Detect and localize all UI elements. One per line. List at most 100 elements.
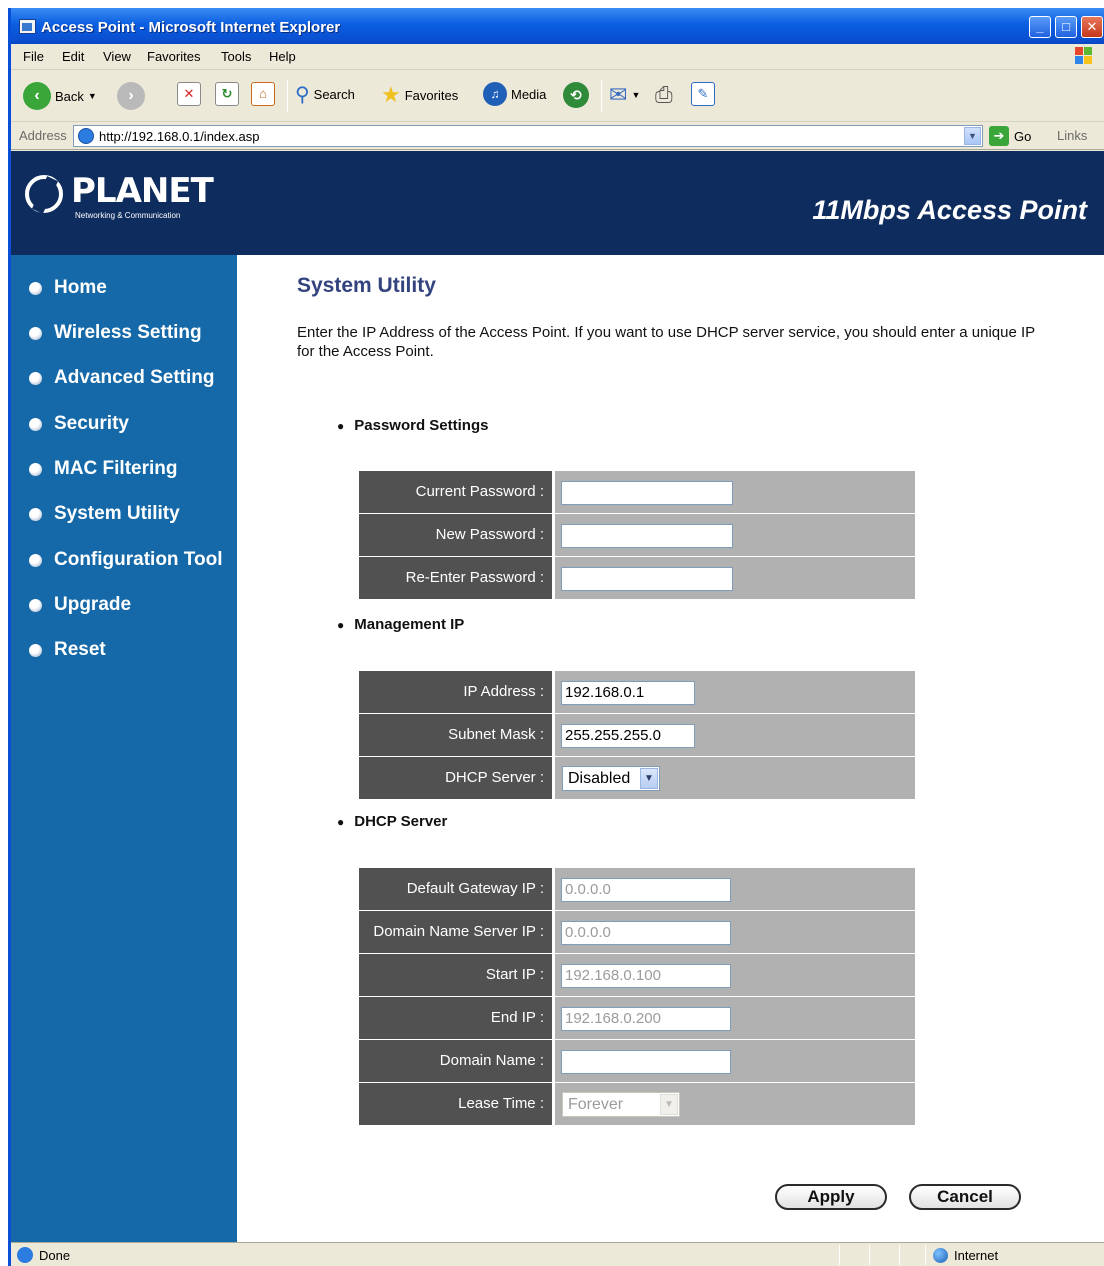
form-row: Lease Time : Forever ▼ [359,1083,915,1125]
sidebar-item-security[interactable]: Security [29,413,129,435]
end-ip-field[interactable]: 192.168.0.200 [561,1007,731,1031]
maximize-button[interactable]: □ [1055,16,1077,38]
zone-label: Internet [954,1248,999,1263]
form-row: Current Password : [359,471,915,513]
current-password-field[interactable] [561,481,733,505]
subnet-mask-field[interactable]: 255.255.255.0 [561,724,695,748]
minimize-button[interactable]: _ [1029,16,1051,38]
home-button[interactable]: ⌂ [251,82,275,106]
status-divider [839,1245,840,1265]
forward-button[interactable]: › [117,82,145,110]
media-button[interactable]: ♫ Media [483,82,546,106]
browser-window: Access Point - Microsoft Internet Explor… [8,8,1104,1266]
go-arrow-icon: ➔ [989,126,1009,146]
status-divider [899,1245,900,1265]
back-dropdown-icon[interactable]: ▼ [88,91,97,101]
section-password-settings: ● Password Settings [337,417,488,434]
chevron-down-icon: ▼ [640,768,658,789]
field-label: Start IP : [359,954,552,996]
menu-edit[interactable]: Edit [62,49,84,64]
dhcp-server-select[interactable]: Disabled ▼ [562,766,660,791]
sidebar-item-upgrade[interactable]: Upgrade [29,594,131,616]
stop-button[interactable]: ✕ [177,82,201,106]
cancel-button[interactable]: Cancel [909,1184,1021,1210]
back-button[interactable]: ‹ Back ▼ [23,82,97,110]
new-password-field[interactable] [561,524,733,548]
section-title: Password Settings [354,417,489,434]
search-label: Search [313,87,355,102]
print-button[interactable]: ⎙ [655,82,673,108]
form-row: Domain Name : [359,1040,915,1082]
mail-button[interactable]: ✉ ▼ [609,82,640,108]
history-button[interactable]: ⟲ [563,82,589,108]
address-url[interactable]: http://192.168.0.1/index.asp [99,129,259,144]
main-content: System Utility Enter the IP Address of t… [237,255,1104,1242]
lease-time-select[interactable]: Forever ▼ [562,1092,680,1117]
menu-view[interactable]: View [103,49,131,64]
sidebar-item-reset[interactable]: Reset [29,639,106,661]
apply-button[interactable]: Apply [775,1184,887,1210]
sidebar-item-label: MAC Filtering [54,458,178,479]
status-bar: Done Internet [11,1242,1104,1266]
field-label: Default Gateway IP : [359,868,552,910]
bullet-icon [29,643,42,657]
sidebar-item-advanced-setting[interactable]: Advanced Setting [29,367,214,389]
sidebar-item-mac-filtering[interactable]: MAC Filtering [29,458,178,480]
links-button[interactable]: Links [1057,128,1087,143]
planet-logo-icon [25,175,63,213]
bullet-icon [29,417,42,431]
toolbar-separator [287,80,288,112]
refresh-icon: ↻ [215,82,239,106]
close-button[interactable]: ✕ [1081,16,1103,38]
sidebar-item-wireless-setting[interactable]: Wireless Setting [29,322,202,344]
favorites-label: Favorites [404,87,459,103]
media-globe-icon: ♫ [483,82,507,106]
internet-globe-icon [933,1248,948,1263]
page-done-icon [17,1247,33,1263]
field-label: End IP : [359,997,552,1039]
go-button[interactable]: ➔ Go [989,126,1031,146]
domain-name-field[interactable] [561,1050,731,1074]
bullet-icon [29,326,42,340]
address-input[interactable]: http://192.168.0.1/index.asp ▼ [73,125,983,147]
field-label: Lease Time : [359,1083,552,1125]
product-title: 11Mbps Access Point [812,195,1087,225]
header-banner: PLANET Networking & Communication 11Mbps… [11,151,1104,255]
field-label: Domain Name Server IP : [359,911,552,953]
status-text: Done [39,1248,71,1263]
start-ip-field[interactable]: 192.168.0.100 [561,964,731,988]
dns-server-field[interactable]: 0.0.0.0 [561,921,731,945]
web-page: PLANET Networking & Communication 11Mbps… [11,151,1104,1242]
sidebar-item-system-utility[interactable]: System Utility [29,503,180,525]
security-zone: Internet [933,1248,998,1263]
sidebar-item-configuration-tool[interactable]: Configuration Tool [29,549,223,571]
favorites-button[interactable]: ★ Favorites [381,82,458,108]
ip-address-field[interactable]: 192.168.0.1 [561,681,695,705]
ie-app-icon [19,19,36,34]
field-label: IP Address : [359,671,552,713]
bullet-icon: ● [337,617,345,632]
field-label: New Password : [359,514,552,556]
field-cell [555,471,915,513]
menu-file[interactable]: File [23,49,44,64]
windows-logo-icon [1074,46,1094,66]
field-cell [555,557,915,599]
mail-dropdown-icon[interactable]: ▼ [631,90,640,100]
menu-favorites[interactable]: Favorites [147,49,200,64]
search-button[interactable]: ⚲ Search [295,82,355,107]
go-label: Go [1014,128,1032,144]
address-dropdown-icon[interactable]: ▼ [964,127,981,145]
form-row: End IP : 192.168.0.200 [359,997,915,1039]
menu-help[interactable]: Help [269,49,296,64]
default-gateway-field[interactable]: 0.0.0.0 [561,878,731,902]
field-cell: Forever ▼ [555,1083,915,1125]
reenter-password-field[interactable] [561,567,733,591]
mail-icon: ✉ [609,82,628,107]
sidebar-item-home[interactable]: Home [29,277,107,299]
edit-button[interactable]: ✎ [691,82,715,106]
menu-tools[interactable]: Tools [221,49,251,64]
refresh-button[interactable]: ↻ [215,82,239,106]
printer-icon: ⎙ [655,82,673,107]
bullet-icon [29,507,42,521]
toolbar-separator [601,80,602,112]
